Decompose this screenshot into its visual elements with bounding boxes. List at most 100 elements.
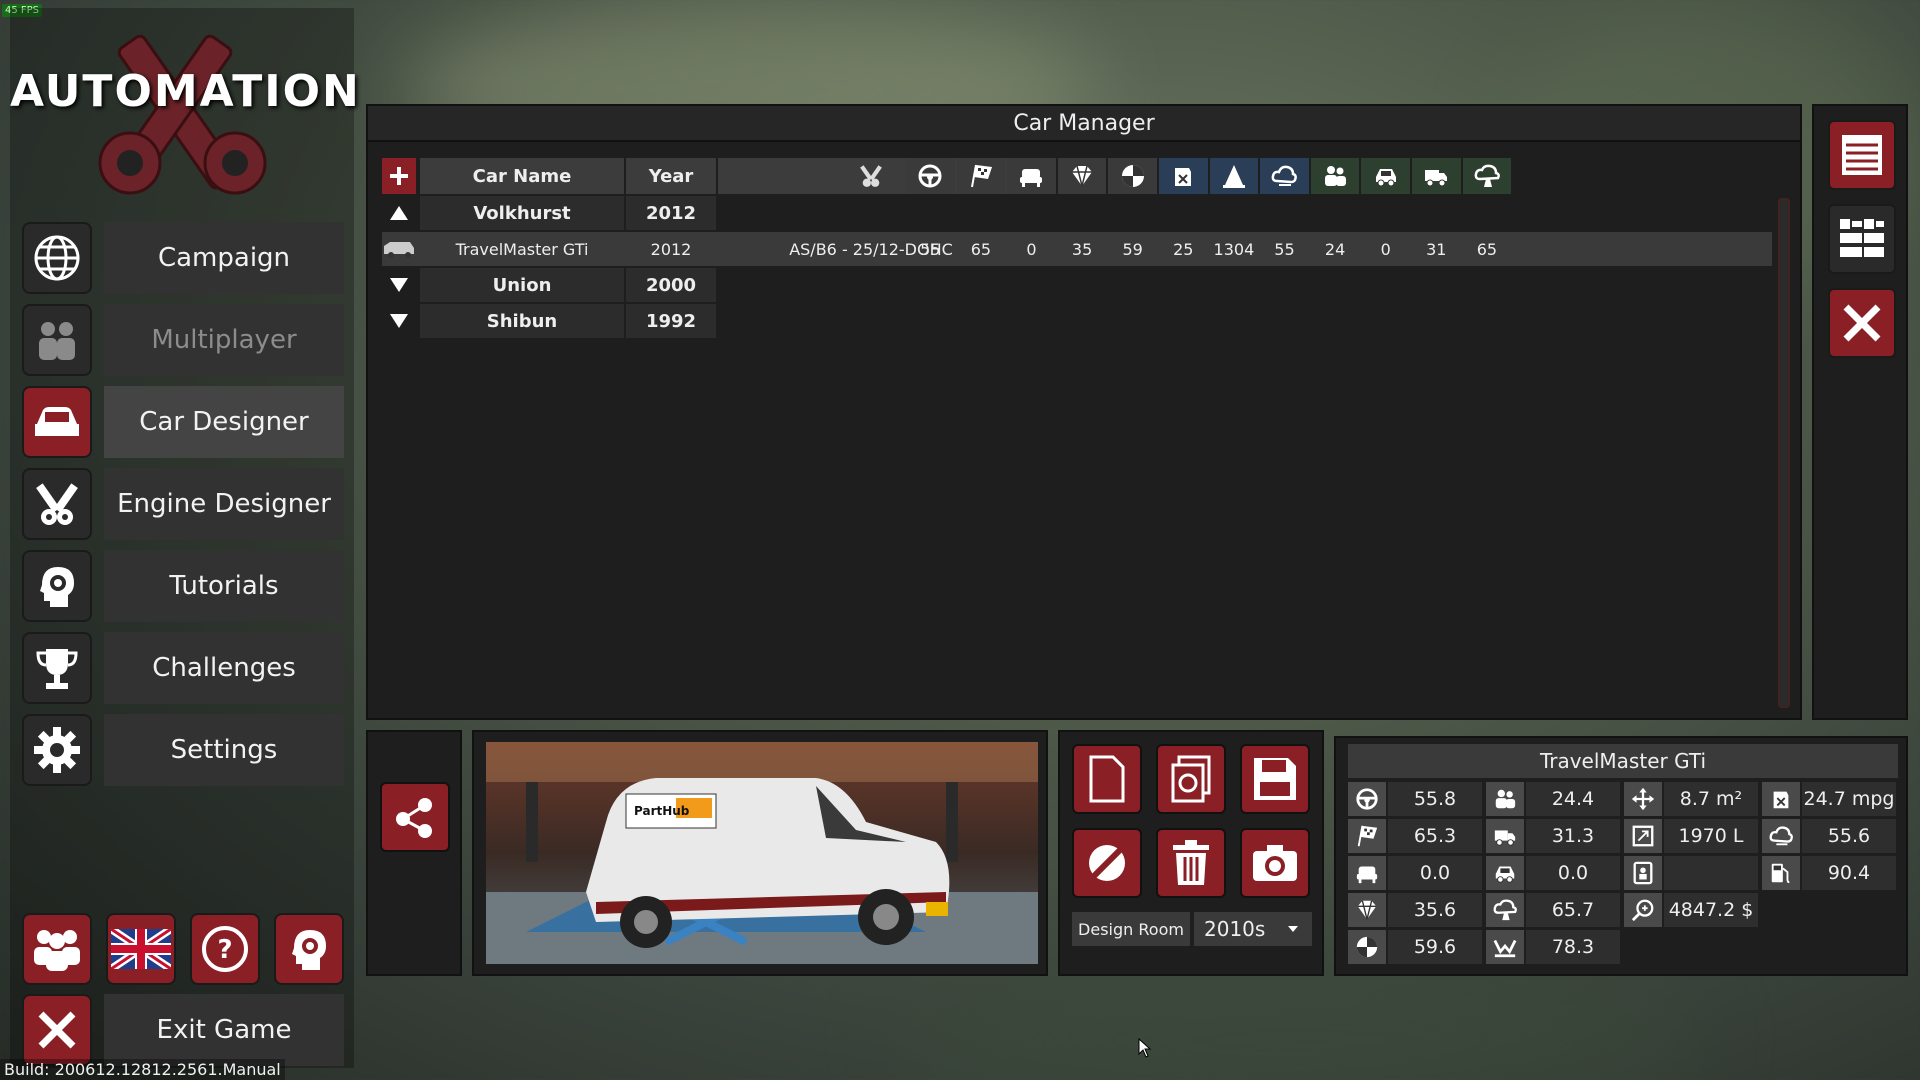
car-preview-panel: PartHub bbox=[472, 730, 1048, 976]
col-fuel-can[interactable] bbox=[1159, 158, 1208, 194]
grid-view-button[interactable] bbox=[1828, 204, 1896, 274]
save-icon bbox=[1254, 758, 1296, 800]
menu-engine-designer-label[interactable]: Engine Designer bbox=[104, 468, 344, 540]
list-view-button[interactable] bbox=[1828, 120, 1896, 190]
table-scrollbar[interactable] bbox=[1778, 198, 1790, 708]
globe-icon[interactable] bbox=[22, 222, 92, 294]
menu-settings-label[interactable]: Settings bbox=[104, 714, 344, 786]
menu-challenges[interactable]: Challenges bbox=[22, 632, 344, 704]
trophy-icon[interactable] bbox=[22, 632, 92, 704]
exit-game-label[interactable]: Exit Game bbox=[104, 994, 344, 1066]
col-cargo-truck[interactable] bbox=[1412, 158, 1461, 194]
col-reliability[interactable] bbox=[1462, 158, 1512, 194]
expand-arrow-icon[interactable] bbox=[382, 268, 416, 302]
col-cone[interactable] bbox=[1209, 158, 1259, 194]
era-dropdown[interactable]: 2010s bbox=[1194, 912, 1312, 946]
edit-icon bbox=[1089, 845, 1125, 881]
menu-campaign-label[interactable]: Campaign bbox=[104, 222, 344, 294]
era-dropdown-value: 2010s bbox=[1204, 917, 1266, 941]
car-stat-value: 35 bbox=[1071, 239, 1093, 259]
col-race-flag[interactable] bbox=[956, 158, 1006, 194]
menu-exit[interactable]: Exit Game bbox=[22, 994, 344, 1066]
uk-flag-icon bbox=[111, 929, 171, 969]
col-cloud[interactable] bbox=[1260, 158, 1309, 194]
menu-settings[interactable]: Settings bbox=[22, 714, 344, 786]
seat-comfort-icon bbox=[1348, 856, 1386, 890]
brand-row-union[interactable]: Union 2000 bbox=[382, 268, 1772, 302]
menu-tutorials-label[interactable]: Tutorials bbox=[104, 550, 344, 622]
brand-year: 2012 bbox=[626, 196, 716, 230]
menu-car-designer-label[interactable]: Car Designer bbox=[104, 386, 344, 458]
duplicate-button[interactable] bbox=[1156, 744, 1226, 814]
col-prestige-diamond[interactable] bbox=[1057, 158, 1107, 194]
car-stat-value: 55 bbox=[920, 239, 941, 259]
edit-button[interactable] bbox=[1072, 828, 1142, 898]
stat-value: 90.4 bbox=[1802, 856, 1896, 890]
passengers-icon bbox=[1325, 166, 1347, 186]
prestige-diamond-icon bbox=[1348, 893, 1386, 927]
gear-icon[interactable] bbox=[22, 714, 92, 786]
col-offroad-car[interactable] bbox=[1361, 158, 1410, 194]
stat-value: 4847.2 $ bbox=[1664, 893, 1758, 927]
logo-text: AUTOMATION bbox=[10, 66, 361, 117]
delete-button[interactable] bbox=[1156, 828, 1226, 898]
col-year[interactable]: Year bbox=[626, 158, 716, 194]
menu-engine-designer[interactable]: Engine Designer bbox=[22, 468, 344, 540]
stat-value bbox=[1664, 856, 1758, 890]
menu-multiplayer-label[interactable]: Multiplayer bbox=[104, 304, 344, 376]
brand-name: Union bbox=[420, 268, 624, 302]
menu-car-designer[interactable]: Car Designer bbox=[22, 386, 344, 458]
menu-campaign[interactable]: Campaign bbox=[22, 222, 344, 294]
car-stat-value: 0 bbox=[1026, 239, 1037, 259]
language-button[interactable] bbox=[106, 913, 176, 985]
stat-value: 35.6 bbox=[1388, 893, 1482, 927]
screenshot-button[interactable] bbox=[1240, 828, 1310, 898]
brand-row-shibun[interactable]: Shibun 1992 bbox=[382, 304, 1772, 338]
community-button[interactable] bbox=[22, 913, 92, 985]
sticker-brand-label: PartHub bbox=[634, 804, 690, 818]
col-car-name[interactable]: Car Name bbox=[420, 158, 624, 194]
col-seat-comfort[interactable] bbox=[1007, 158, 1056, 194]
car-name: TravelMaster GTi bbox=[455, 239, 589, 259]
add-car-button[interactable] bbox=[382, 158, 416, 194]
mouse-cursor-icon bbox=[1138, 1038, 1152, 1058]
save-button[interactable] bbox=[1240, 744, 1310, 814]
stat-value: 8.7 m² bbox=[1664, 782, 1758, 816]
car-icon[interactable] bbox=[22, 386, 92, 458]
col-safety[interactable] bbox=[1108, 158, 1157, 194]
cost-icon bbox=[1631, 899, 1654, 922]
brand-name: Volkhurst bbox=[420, 196, 624, 230]
stat-value: 55.8 bbox=[1388, 782, 1482, 816]
col-steering-wheel[interactable] bbox=[906, 158, 955, 194]
design-room-label: Design Room bbox=[1072, 912, 1190, 946]
tips-button[interactable] bbox=[274, 913, 344, 985]
collapse-arrow-icon[interactable] bbox=[382, 196, 416, 230]
grid-view-icon bbox=[1840, 219, 1884, 257]
car-row-travelmaster[interactable]: TravelMaster GTi 2012 AS/B6 - 25/12-DOHC… bbox=[382, 232, 1772, 266]
menu-multiplayer[interactable]: Multiplayer bbox=[22, 304, 344, 376]
offroad-car-icon bbox=[1375, 169, 1396, 187]
share-button[interactable] bbox=[380, 782, 450, 852]
close-manager-button[interactable] bbox=[1828, 288, 1896, 358]
expand-arrow-icon[interactable] bbox=[382, 304, 416, 338]
engine-icon[interactable] bbox=[22, 468, 92, 540]
car-stat-value: 31 bbox=[1426, 239, 1447, 259]
person-badge-icon bbox=[1633, 861, 1653, 885]
col-passengers[interactable] bbox=[1310, 158, 1360, 194]
camera-icon bbox=[1253, 845, 1297, 881]
menu-challenges-label[interactable]: Challenges bbox=[104, 632, 344, 704]
brand-row-volkhurst[interactable]: Volkhurst 2012 bbox=[382, 196, 1772, 230]
steering-wheel-icon bbox=[1348, 782, 1386, 816]
new-design-button[interactable] bbox=[1072, 744, 1142, 814]
menu-tutorials[interactable]: Tutorials bbox=[22, 550, 344, 622]
move-icon bbox=[1631, 787, 1655, 811]
build-version: Build: 200612.12812.2561.Manual bbox=[0, 1059, 285, 1080]
help-button[interactable]: ? bbox=[190, 913, 260, 985]
chevron-down-icon bbox=[1288, 926, 1298, 932]
car-stat-value: 65 bbox=[1476, 239, 1498, 259]
players-icon[interactable] bbox=[22, 304, 92, 376]
race-flag-icon bbox=[970, 164, 992, 188]
close-icon[interactable] bbox=[22, 994, 92, 1066]
head-gear-icon[interactable] bbox=[22, 550, 92, 622]
stat-value: 0.0 bbox=[1526, 856, 1620, 890]
